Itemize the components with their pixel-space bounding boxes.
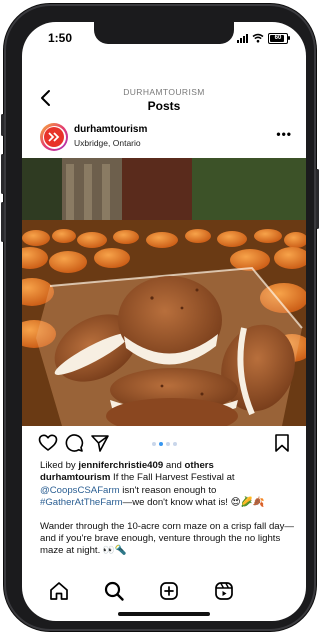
home-indicator <box>118 612 210 616</box>
caption-username[interactable]: durhamtourism <box>40 472 110 483</box>
caption-paragraph-2: Wander through the 10-acre corn maze on … <box>40 520 295 557</box>
plus-square-icon[interactable] <box>158 580 180 602</box>
notch <box>94 22 234 44</box>
header-account-name: DURHAMTOURISM <box>123 87 205 97</box>
search-icon[interactable] <box>103 580 125 602</box>
mention-link[interactable]: @CoopsCSAFarm <box>40 485 120 496</box>
post-username[interactable]: durhamtourism <box>74 124 147 135</box>
phone-screen: 1:50 60 DURHAMTOURISM Posts durhamtouris… <box>22 22 306 621</box>
likes-prefix: Liked by <box>40 460 79 471</box>
post-location[interactable]: Uxbridge, Ontario <box>74 138 141 148</box>
likes-middle: and <box>163 460 185 471</box>
carousel-dot <box>165 442 170 446</box>
more-horizontal-icon[interactable]: ••• <box>276 127 292 141</box>
carousel-indicator <box>22 442 306 446</box>
post-image[interactable] <box>22 158 306 426</box>
bottom-tab-bar <box>22 574 306 608</box>
volume-down-button <box>1 202 4 242</box>
caption-part-3: —we don't know what is! 😍🌽🍂 <box>122 497 265 509</box>
wifi-icon <box>252 33 264 43</box>
carousel-dot <box>151 442 156 446</box>
volume-up-button <box>1 154 4 194</box>
home-icon[interactable] <box>48 580 70 602</box>
post-header: durhamtourism Uxbridge, Ontario ••• <box>22 121 306 157</box>
post-actions <box>22 431 306 457</box>
battery-level: 60 <box>274 35 282 41</box>
post-caption: Liked by jenniferchristie409 and others … <box>40 460 294 558</box>
caption-part-1: If the Fall Harvest Festival at <box>110 472 235 484</box>
mute-switch <box>1 114 4 136</box>
likes-others[interactable]: others <box>185 460 214 471</box>
battery-icon: 60 <box>268 32 290 44</box>
page-title: Posts <box>147 99 181 113</box>
caption-part-2: isn't reason enough to <box>119 484 217 496</box>
brand-logo-icon <box>48 132 60 142</box>
status-time: 1:50 <box>48 31 73 45</box>
likes-user[interactable]: jenniferchristie409 <box>78 460 163 471</box>
posts-header: DURHAMTOURISM Posts <box>22 78 306 118</box>
status-icons: 60 <box>237 32 290 44</box>
hashtag-link[interactable]: #GatherAtTheFarm <box>40 497 123 508</box>
carousel-dot <box>172 442 177 446</box>
phone-frame: 1:50 60 DURHAMTOURISM Posts durhamtouris… <box>1 4 319 631</box>
power-button <box>316 169 319 229</box>
bookmark-icon[interactable] <box>272 433 292 453</box>
caption-text: durhamtourism If the Fall Harvest Festiv… <box>40 472 294 509</box>
cellular-signal-icon <box>237 33 248 43</box>
carousel-dot <box>158 442 163 446</box>
avatar[interactable] <box>40 123 68 151</box>
photo-whoopie-pies <box>22 158 306 426</box>
likes-line: Liked by jenniferchristie409 and others <box>40 460 294 472</box>
reels-icon[interactable] <box>213 580 235 602</box>
